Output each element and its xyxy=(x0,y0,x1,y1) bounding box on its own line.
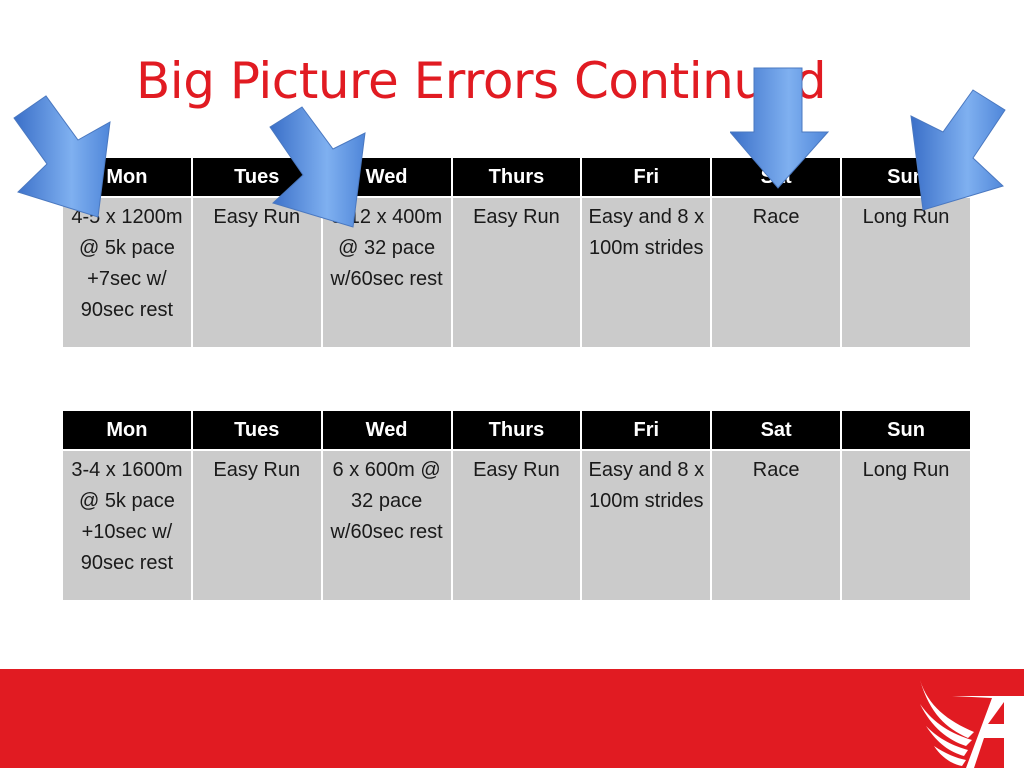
arrow-down-right-icon xyxy=(13,95,111,218)
cell-sun: Long Run xyxy=(840,449,972,602)
header-mon: Mon xyxy=(61,409,193,451)
cell-thurs: Easy Run xyxy=(450,449,583,602)
cell-wed: 6 x 600m @ 32 pace w/60sec rest xyxy=(320,449,453,602)
header-sat: Sat xyxy=(710,409,843,451)
cell-sat: Race xyxy=(710,449,843,602)
cell-mon: 3-4 x 1600m @ 5k pace +10sec w/ 90sec re… xyxy=(61,449,193,602)
schedule-table-1: Mon Tues Wed Thurs Fri Sat Sun 4-5 x 120… xyxy=(61,156,972,349)
footer-bar xyxy=(0,669,1024,768)
cell-thurs: Easy Run xyxy=(450,196,583,349)
header-fri: Fri xyxy=(580,156,713,198)
header-wed: Wed xyxy=(320,409,453,451)
arrow-down-left-icon xyxy=(910,89,1006,211)
header-fri: Fri xyxy=(580,409,713,451)
header-row: Mon Tues Wed Thurs Fri Sat Sun xyxy=(61,409,972,451)
cell-sat: Race xyxy=(710,196,843,349)
winged-a-logo-icon xyxy=(920,680,1024,768)
cell-sun: Long Run xyxy=(840,196,972,349)
header-row: Mon Tues Wed Thurs Fri Sat Sun xyxy=(61,156,972,198)
cell-fri: Easy and 8 x 100m strides xyxy=(580,196,713,349)
arrow-down-icon xyxy=(730,67,830,189)
table-row: 3-4 x 1600m @ 5k pace +10sec w/ 90sec re… xyxy=(61,449,972,602)
table-row: 4-5 x 1200m @ 5k pace +7sec w/ 90sec res… xyxy=(61,196,972,349)
header-thurs: Thurs xyxy=(450,156,583,198)
cell-tues: Easy Run xyxy=(190,449,323,602)
schedule-table-2: Mon Tues Wed Thurs Fri Sat Sun 3-4 x 160… xyxy=(61,409,972,602)
header-tues: Tues xyxy=(190,409,323,451)
header-sun: Sun xyxy=(840,409,972,451)
header-thurs: Thurs xyxy=(450,409,583,451)
arrow-down-right-icon xyxy=(269,106,366,228)
cell-fri: Easy and 8 x 100m strides xyxy=(580,449,713,602)
slide-title: Big Picture Errors Continued xyxy=(136,52,827,110)
